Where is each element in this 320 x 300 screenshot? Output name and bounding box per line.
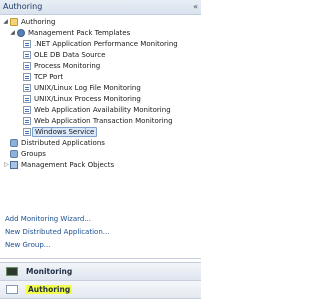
authoring-tree: ◢ Authoring ◢ Management Pack Templates … (0, 15, 201, 200)
folder-icon (10, 18, 18, 26)
tree-label: Distributed Applications (21, 139, 105, 147)
tree-label: Groups (21, 150, 46, 158)
tree-label: Management Pack Objects (21, 161, 115, 169)
tree-label: Management Pack Templates (28, 29, 131, 37)
collapse-arrow-icon[interactable]: ◢ (9, 28, 16, 38)
template-doc-icon (23, 117, 31, 125)
expand-arrow-icon[interactable]: ▷ (3, 160, 10, 170)
authoring-icon (6, 285, 18, 294)
template-doc-icon (23, 106, 31, 114)
tree-label: Authoring (21, 18, 56, 26)
management-pack-icon (10, 161, 18, 169)
monitoring-icon (6, 267, 18, 276)
workspace-button-monitoring[interactable]: Monitoring (0, 262, 201, 281)
tree-label: OLE DB Data Source (34, 51, 106, 59)
pane-header: Authoring « (0, 0, 201, 15)
pane-title: Authoring (3, 2, 43, 11)
template-doc-icon (23, 51, 31, 59)
template-doc-icon (23, 73, 31, 81)
new-distributed-app-link[interactable]: New Distributed Application... (5, 228, 109, 236)
collapse-arrow-icon[interactable]: ◢ (2, 17, 9, 27)
tree-label: UNIX/Linux Log File Monitoring (34, 84, 141, 92)
tree-label: .NET Application Performance Monitoring (34, 40, 178, 48)
template-doc-icon (23, 84, 31, 92)
workspace-button-authoring[interactable]: Authoring (0, 281, 201, 299)
add-monitoring-wizard-link[interactable]: Add Monitoring Wizard... (5, 215, 91, 223)
template-gear-icon (17, 29, 25, 37)
workspace-label: Authoring (26, 285, 73, 294)
tree-label: Process Monitoring (34, 62, 101, 70)
distributed-app-icon (10, 139, 18, 147)
new-group-link[interactable]: New Group... (5, 241, 50, 249)
divider (0, 258, 201, 259)
tree-label-selected: Windows Service (32, 127, 98, 137)
template-doc-icon (23, 40, 31, 48)
tree-label: UNIX/Linux Process Monitoring (34, 95, 141, 103)
template-doc-icon (23, 95, 31, 103)
workspace-label: Monitoring (26, 267, 73, 276)
template-doc-icon (23, 128, 31, 136)
tree-label: Web Application Availability Monitoring (34, 106, 171, 114)
tree-label: Web Application Transaction Monitoring (34, 117, 173, 125)
collapse-pane-icon[interactable]: « (193, 2, 198, 11)
groups-icon (10, 150, 18, 158)
template-doc-icon (23, 62, 31, 70)
tree-label: TCP Port (34, 73, 64, 81)
